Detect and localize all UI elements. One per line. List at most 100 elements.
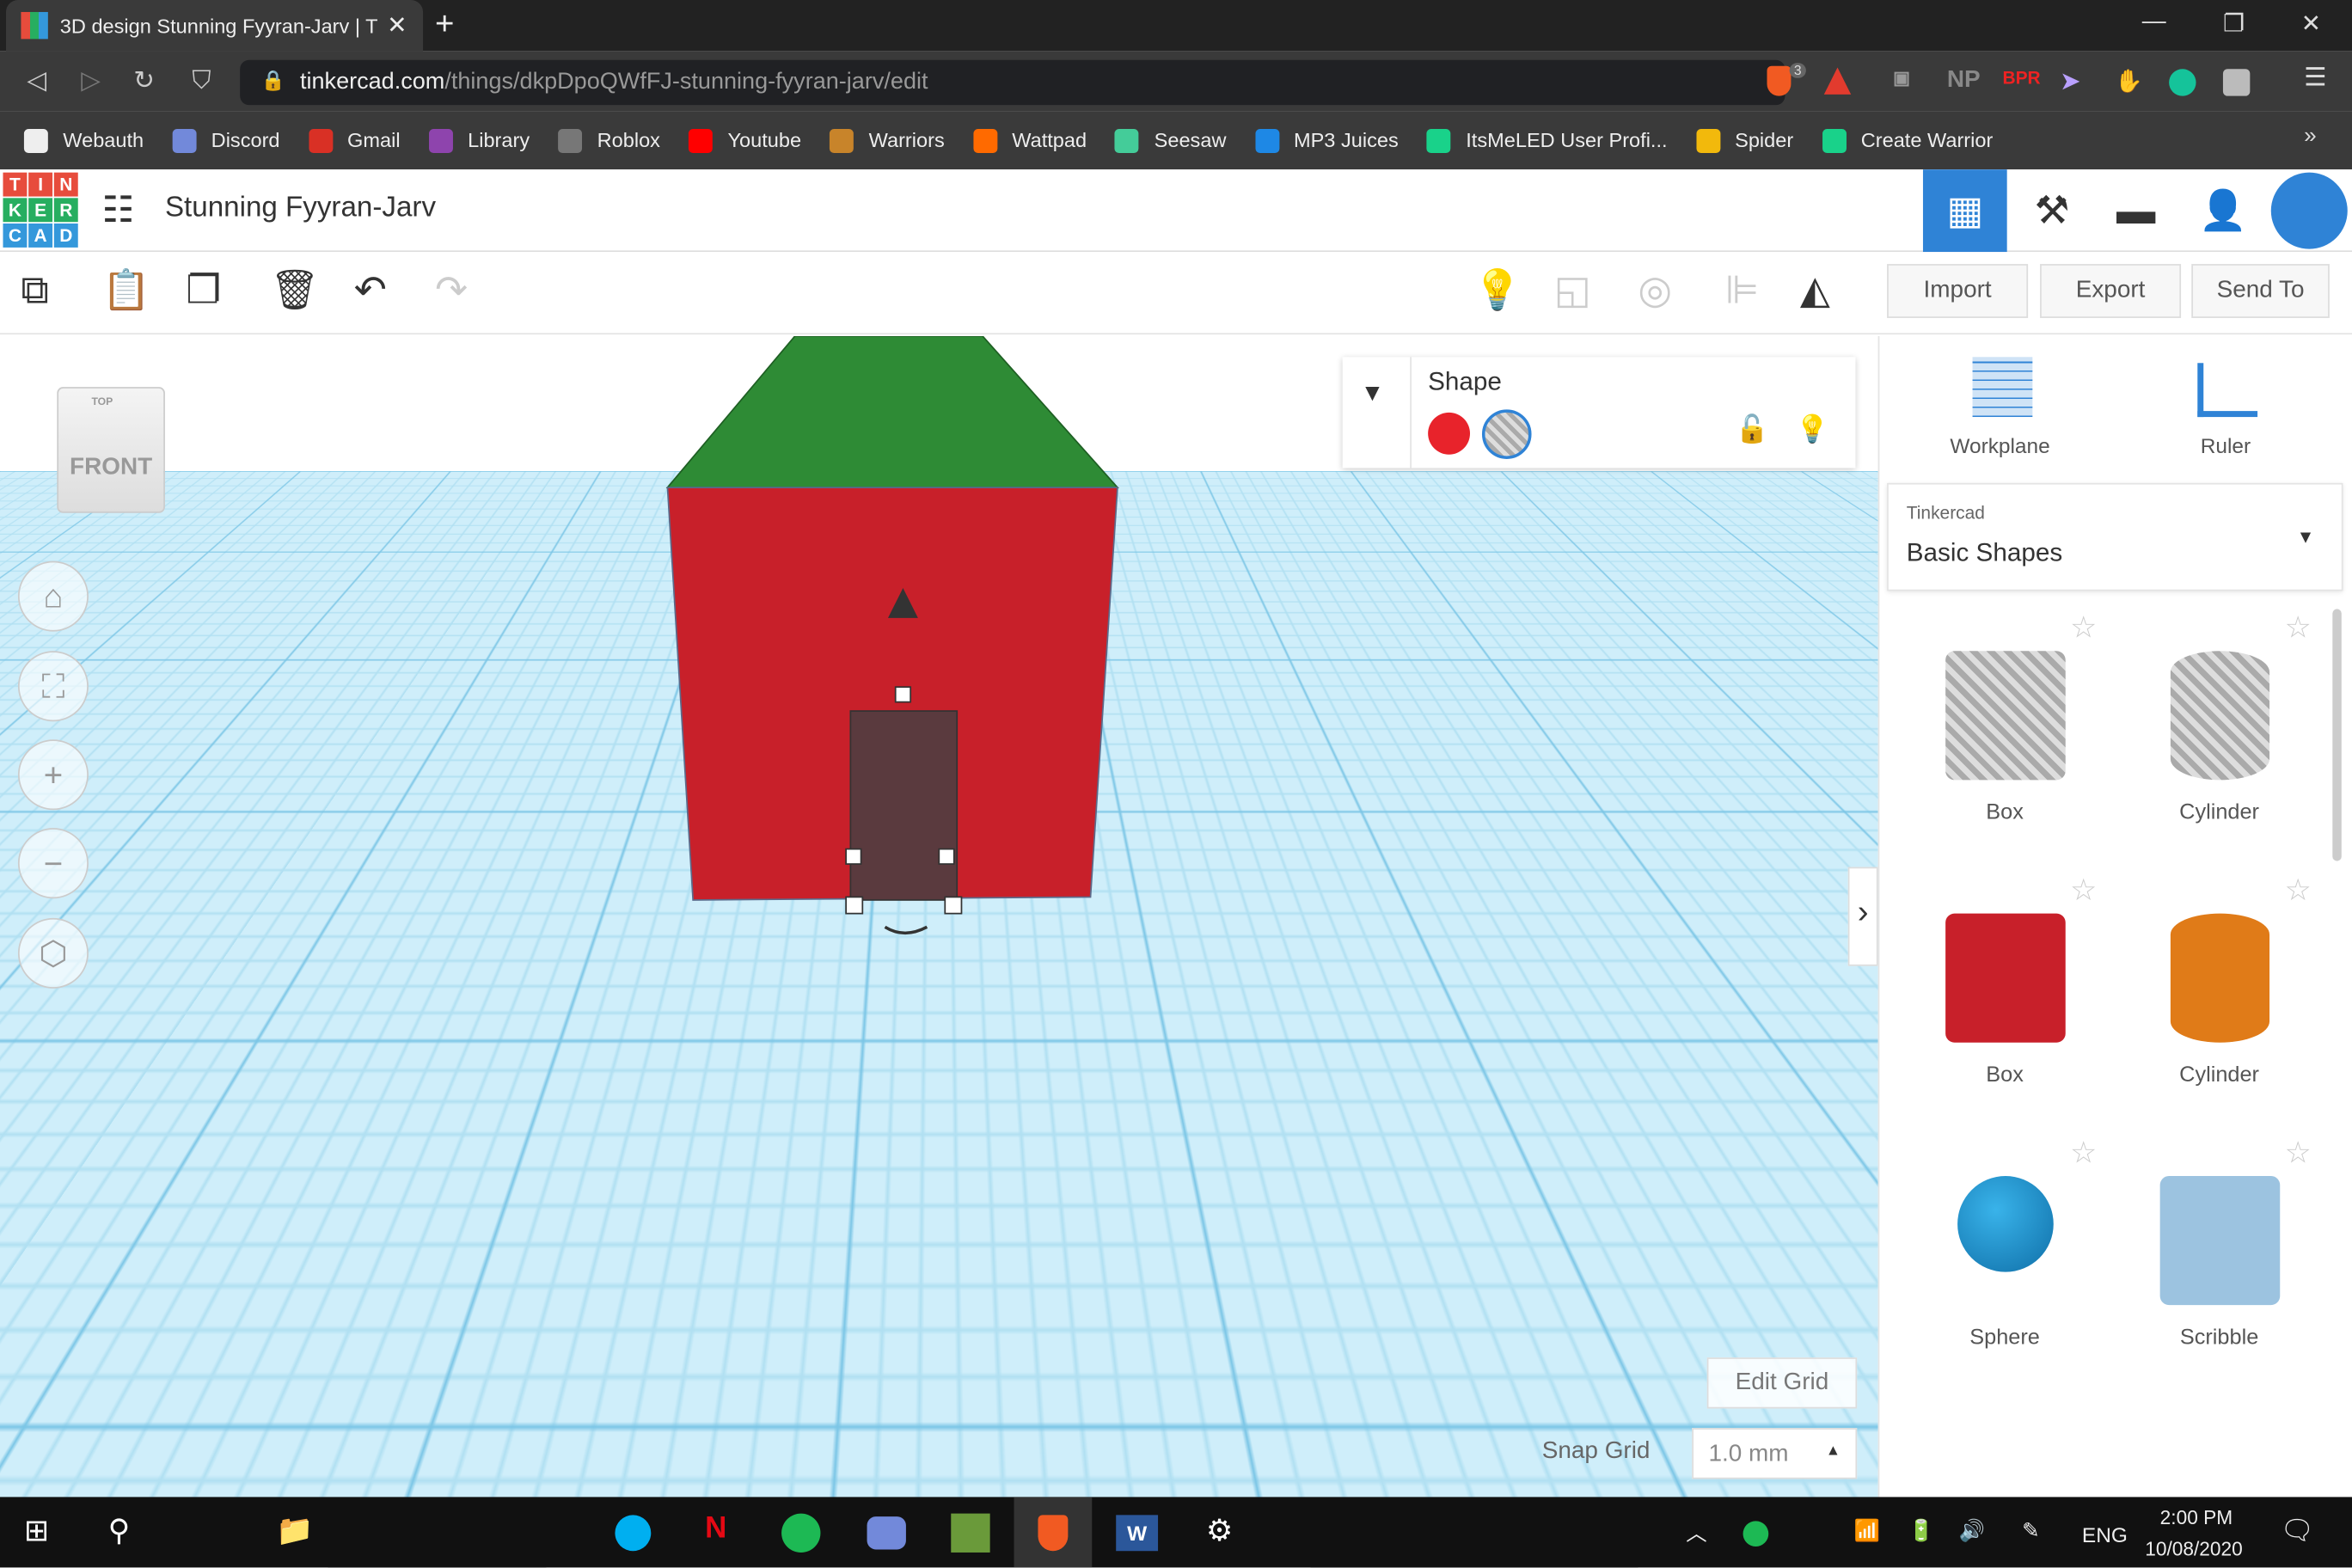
view-cube-front[interactable]: FRONT <box>70 455 152 481</box>
extension-ywf-icon[interactable]: ▣ <box>1893 68 1910 89</box>
shape-item-cylinder[interactable]: Cylinder <box>2112 884 2327 1087</box>
battery-icon[interactable]: 🔋 <box>1908 1518 1934 1544</box>
extension-h-icon[interactable] <box>2222 69 2251 96</box>
skype-icon[interactable] <box>615 1515 652 1552</box>
panel-toggle-chevron-icon[interactable]: › <box>1847 867 1878 966</box>
shape-item-box[interactable]: Box <box>1897 621 2112 825</box>
shape-item-sphere[interactable]: Sphere <box>1897 1146 2112 1350</box>
forward-icon[interactable]: ▷ <box>81 66 101 96</box>
bookmark-item[interactable]: Discord <box>172 128 280 153</box>
invite-user-icon[interactable]: 👤 <box>2181 169 2265 252</box>
shape-category-dropdown[interactable]: Tinkercad Basic Shapes ▼ <box>1887 482 2343 591</box>
back-icon[interactable]: ◁ <box>27 66 46 96</box>
language-indicator[interactable]: ENG <box>2082 1522 2128 1547</box>
bookmark-item[interactable]: Warriors <box>830 128 945 153</box>
minecraft-icon[interactable] <box>951 1513 990 1553</box>
grammarly-icon[interactable] <box>2169 69 2196 96</box>
minimize-icon[interactable]: — <box>2142 9 2166 35</box>
brave-icon[interactable] <box>1038 1515 1069 1552</box>
reload-icon[interactable]: ↻ <box>133 66 155 96</box>
search-icon[interactable]: ⚲ <box>108 1512 131 1550</box>
favorite-star-icon[interactable]: ☆ <box>2284 609 2311 646</box>
window-close-icon[interactable]: ✕ <box>2301 9 2321 39</box>
edit-grid-button[interactable]: Edit Grid <box>1706 1357 1858 1409</box>
3d-view-grid-icon[interactable]: ▦ <box>1922 169 2007 253</box>
clock-time[interactable]: 2:00 PM <box>2160 1506 2233 1528</box>
url-input[interactable]: tinkercad.com/things/dkpDpoQWfFJ-stunnin… <box>240 59 1785 106</box>
group-icon[interactable]: ◱ <box>1554 267 1591 314</box>
design-list-icon[interactable]: ☷ <box>102 189 135 233</box>
new-tab-icon[interactable]: + <box>435 4 454 43</box>
pen-icon[interactable]: ✎ <box>2022 1518 2039 1544</box>
3d-viewport[interactable] <box>0 335 1878 1498</box>
copy-icon[interactable]: ⧉ <box>21 267 48 315</box>
tinkercad-logo[interactable]: TINKERCAD <box>3 172 78 248</box>
ungroup-icon[interactable]: ◎ <box>1638 267 1672 314</box>
height-handle[interactable] <box>894 686 912 703</box>
notifications-icon[interactable]: 🗨 <box>2280 1515 2314 1547</box>
spotify-icon[interactable] <box>781 1513 821 1553</box>
bookmark-item[interactable]: Wattpad <box>972 128 1087 153</box>
bookmark-item[interactable]: Gmail <box>308 128 401 153</box>
extension-bpr-icon[interactable]: BPR <box>2002 68 2040 89</box>
duplicate-icon[interactable]: ❐ <box>186 267 221 314</box>
lightbulb-icon[interactable]: 💡 <box>1473 267 1521 314</box>
discord-icon[interactable] <box>867 1516 906 1550</box>
ruler-icon[interactable] <box>2197 363 2258 418</box>
resize-handle[interactable] <box>944 896 963 915</box>
zoom-out-icon[interactable]: − <box>17 828 89 899</box>
brave-rewards-icon[interactable] <box>1823 67 1852 95</box>
house-model[interactable] <box>0 335 1878 1498</box>
solid-color-button[interactable] <box>1428 412 1471 455</box>
start-icon[interactable]: ⊞ <box>24 1512 49 1550</box>
workplane-icon[interactable] <box>1972 357 2033 418</box>
roof-shape[interactable] <box>665 335 1119 488</box>
mirror-icon[interactable]: ◭ <box>1800 267 1830 314</box>
paste-icon[interactable]: 📋 <box>102 267 150 314</box>
zoom-in-icon[interactable]: + <box>17 739 89 811</box>
restore-icon[interactable]: ❐ <box>2223 9 2245 39</box>
lock-icon[interactable]: 🔒 <box>261 69 285 93</box>
undo-icon[interactable]: ↶ <box>354 267 387 314</box>
settings-gear-icon[interactable]: ⚙ <box>1206 1512 1233 1550</box>
resize-handle[interactable] <box>845 848 862 865</box>
send-to-button[interactable]: Send To <box>2191 264 2330 318</box>
clock-date[interactable]: 10/08/2020 <box>2145 1538 2243 1560</box>
shape-item-cylinder[interactable]: Cylinder <box>2112 621 2327 825</box>
codeblocks-pickaxe-icon[interactable]: ⚒ <box>2010 169 2094 252</box>
delete-icon[interactable]: 🗑 <box>270 267 320 314</box>
file-explorer-icon[interactable]: 📁 <box>276 1512 313 1550</box>
workplane-button[interactable]: Workplane <box>1950 433 2049 457</box>
word-icon[interactable]: W <box>1116 1515 1159 1552</box>
favorite-star-icon[interactable]: ☆ <box>2070 872 2097 910</box>
favorite-star-icon[interactable]: ☆ <box>2070 1134 2097 1172</box>
bookmark-item[interactable]: Youtube <box>689 128 801 153</box>
bookmark-item[interactable]: Webauth <box>23 128 144 153</box>
ruler-button[interactable]: Ruler <box>2201 433 2251 457</box>
favorite-star-icon[interactable]: ☆ <box>2284 872 2311 910</box>
bricks-icon[interactable]: ▬ <box>2094 169 2178 252</box>
resize-handle[interactable] <box>845 896 864 915</box>
rotate-handle[interactable] <box>884 925 928 935</box>
snap-grid-select[interactable]: 1.0 mm ▲ <box>1692 1428 1858 1479</box>
shape-item-scribble[interactable]: Scribble <box>2112 1146 2327 1350</box>
bookmark-item[interactable]: Library <box>428 128 530 153</box>
design-title[interactable]: Stunning Fyyran-Jarv <box>165 192 436 224</box>
perspective-icon[interactable]: ⬡ <box>17 917 89 989</box>
door-shape[interactable] <box>849 710 959 901</box>
view-cube-top[interactable]: TOP <box>91 397 113 407</box>
menu-icon[interactable]: ☰ <box>2304 63 2327 93</box>
more-bookmarks-icon[interactable]: » <box>2304 123 2317 149</box>
bookmark-item[interactable]: ItsMeLED User Profi... <box>1426 128 1668 153</box>
align-icon[interactable]: ⊫ <box>1725 267 1760 314</box>
wifi-icon[interactable]: 📶 <box>1854 1518 1880 1544</box>
bookmark-item[interactable]: Create Warrior <box>1822 128 1993 153</box>
bookmark-item[interactable]: Spider <box>1695 128 1793 153</box>
bookmark-icon[interactable]: ⛉ <box>192 66 211 96</box>
resize-handle[interactable] <box>938 848 955 865</box>
shape-item-box[interactable]: Box <box>1897 884 2112 1087</box>
extension-cursor-icon[interactable]: ➤ <box>2061 68 2079 95</box>
extension-np-icon[interactable]: NP <box>1947 68 1981 95</box>
view-cube[interactable]: TOP FRONT <box>57 387 165 513</box>
bookmark-item[interactable]: Seesaw <box>1115 128 1226 153</box>
